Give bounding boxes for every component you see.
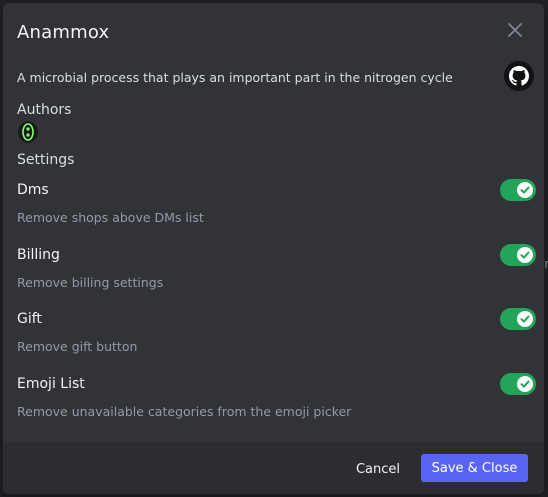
save-and-close-button[interactable]: Save & Close xyxy=(421,454,528,482)
setting-title: Billing xyxy=(17,247,60,263)
authors-heading: Authors xyxy=(17,102,72,118)
setting-description: Remove unavailable categories from the e… xyxy=(17,404,352,419)
check-icon xyxy=(520,315,530,323)
settings-heading: Settings xyxy=(17,152,75,168)
toggle-knob xyxy=(517,247,533,263)
github-icon[interactable] xyxy=(504,61,534,91)
modal-footer: Cancel Save & Close xyxy=(3,442,544,494)
setting-gift: Gift Remove gift button xyxy=(17,308,536,371)
plugin-settings-modal: Anammox A microbial process that plays a… xyxy=(3,3,544,494)
toggle-knob xyxy=(517,182,533,198)
check-icon xyxy=(520,251,530,259)
modal-title: Anammox xyxy=(17,22,110,43)
cancel-button[interactable]: Cancel xyxy=(342,456,414,484)
toggle-knob xyxy=(517,311,533,327)
setting-title: Gift xyxy=(17,311,42,327)
setting-dms: Dms Remove shops above DMs list xyxy=(17,179,536,242)
close-icon[interactable] xyxy=(506,21,524,39)
emoji-list-toggle[interactable] xyxy=(500,373,536,395)
dms-toggle[interactable] xyxy=(500,179,536,201)
setting-title: Emoji List xyxy=(17,376,85,392)
plugin-description: A microbial process that plays an import… xyxy=(17,70,453,85)
modal-header: Anammox xyxy=(3,3,544,61)
gift-toggle[interactable] xyxy=(500,308,536,330)
setting-description: Remove shops above DMs list xyxy=(17,210,204,225)
billing-toggle[interactable] xyxy=(500,244,536,266)
setting-emoji-list: Emoji List Remove unavailable categories… xyxy=(17,373,536,436)
setting-billing: Billing Remove billing settings xyxy=(17,244,536,307)
author-avatar[interactable] xyxy=(18,121,38,143)
setting-description: Remove billing settings xyxy=(17,275,164,290)
toggle-knob xyxy=(517,376,533,392)
check-icon xyxy=(520,380,530,388)
setting-description: Remove gift button xyxy=(17,339,138,354)
check-icon xyxy=(520,186,530,194)
setting-title: Dms xyxy=(17,182,49,198)
